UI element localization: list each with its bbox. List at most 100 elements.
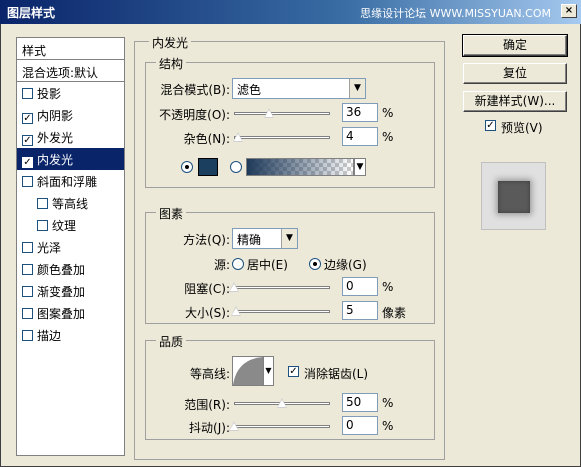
styles-header[interactable]: 样式 (17, 38, 124, 60)
range-input[interactable]: 50 (342, 393, 378, 412)
style-checkbox[interactable]: ✓ (22, 157, 33, 168)
jitter-percent: % (382, 419, 394, 433)
style-checkbox[interactable] (22, 330, 33, 341)
noise-input[interactable]: 4 (342, 127, 378, 146)
size-label: 大小(S): (184, 306, 230, 320)
style-checkbox[interactable]: ✓ (22, 113, 33, 124)
style-item[interactable]: ✓ 内阴影 (17, 104, 124, 126)
opacity-input[interactable]: 36 (342, 103, 378, 122)
style-item[interactable]: ✓ 外发光 (17, 126, 124, 148)
range-percent: % (382, 396, 394, 410)
jitter-input[interactable]: 0 (342, 416, 378, 435)
contour-preview[interactable] (232, 356, 264, 386)
method-label: 方法(Q): (183, 233, 230, 247)
opacity-percent: % (382, 106, 394, 120)
chevron-down-icon: ▼ (281, 229, 297, 248)
range-slider[interactable] (234, 398, 330, 410)
style-item-label: 外发光 (37, 131, 74, 145)
style-item[interactable]: 光泽 (17, 236, 124, 258)
style-item[interactable]: ✓ 内发光 (17, 148, 124, 170)
style-item-label: 斜面和浮雕 (37, 175, 98, 189)
choke-label: 阻塞(C): (184, 282, 230, 296)
noise-slider-thumb[interactable] (233, 132, 243, 142)
antialias-label[interactable]: 消除锯齿(L) (304, 365, 368, 382)
size-unit: 像素 (382, 306, 407, 320)
style-checkbox[interactable] (22, 264, 33, 275)
contour-curve-icon (233, 357, 263, 385)
style-item-label: 内阴影 (37, 109, 74, 123)
style-item-label: 投影 (37, 87, 62, 101)
blend-mode-select[interactable]: 滤色 ▼ (232, 78, 366, 99)
style-checkbox[interactable]: ✓ (22, 135, 33, 146)
opacity-label: 不透明度(O): (159, 108, 230, 122)
noise-slider[interactable] (233, 132, 330, 144)
style-item-label: 等高线 (52, 197, 89, 211)
style-item-label: 描边 (37, 329, 62, 343)
style-checkbox[interactable] (37, 220, 48, 231)
style-checkbox[interactable] (37, 198, 48, 209)
style-item[interactable]: 渐变叠加 (17, 280, 124, 302)
preview-thumbnail (498, 181, 530, 213)
style-item[interactable]: 等高线 (17, 192, 124, 214)
size-slider-thumb[interactable] (231, 306, 241, 316)
size-input[interactable]: 5 (342, 301, 378, 320)
style-item[interactable]: 颜色叠加 (17, 258, 124, 280)
source-center-radio[interactable] (232, 258, 244, 270)
title-bar: 图层样式 思缘设计论坛 WWW.MISSYUAN.COM × (0, 0, 581, 24)
gradient-radio[interactable] (230, 161, 242, 173)
ok-button[interactable]: 确定 (462, 34, 568, 57)
style-item[interactable]: 图案叠加 (17, 302, 124, 324)
style-checkbox[interactable] (22, 308, 33, 319)
jitter-slider[interactable] (229, 421, 330, 433)
preview-checkbox[interactable]: ✓ (485, 120, 496, 131)
source-edge-radio[interactable] (309, 258, 321, 270)
style-item[interactable]: 投影 (17, 82, 124, 104)
source-label: 源: (213, 258, 230, 272)
styles-list: 样式 混合选项:默认 投影 ✓ 内阴影 ✓ 外发光 ✓ 内发光斜面和浮雕等高线纹理光泽 颜色叠… (16, 37, 125, 456)
style-item-label: 纹理 (52, 219, 77, 233)
size-slider[interactable] (231, 306, 330, 318)
style-checkbox[interactable] (22, 88, 33, 99)
method-select[interactable]: 精确 ▼ (232, 228, 298, 249)
choke-slider-thumb[interactable] (229, 282, 239, 292)
window-title: 图层样式 (7, 6, 56, 20)
new-style-button[interactable]: 新建样式(W)... (463, 91, 567, 112)
range-slider-thumb[interactable] (277, 398, 287, 408)
choke-input[interactable]: 0 (342, 277, 378, 296)
noise-percent: % (382, 130, 394, 144)
glow-gradient-picker[interactable]: ▼ (246, 158, 366, 176)
opacity-slider-thumb[interactable] (264, 108, 274, 118)
choke-slider[interactable] (229, 282, 330, 294)
close-button[interactable]: × (561, 4, 577, 18)
method-value: 精确 (237, 233, 262, 247)
style-checkbox[interactable] (22, 286, 33, 297)
style-item[interactable]: 描边 (17, 324, 124, 346)
reset-button[interactable]: 复位 (463, 63, 567, 84)
quality-group: 品质 等高线: ▼ ✓ 消除锯齿(L) 范围(R): 50 % 抖动(J): 0… (145, 333, 435, 440)
style-checkbox[interactable] (22, 176, 33, 187)
source-edge-label[interactable]: 边缘(G) (324, 256, 367, 273)
antialias-checkbox[interactable]: ✓ (288, 366, 299, 377)
solid-color-radio[interactable] (181, 161, 193, 173)
contour-dropdown[interactable]: ▼ (264, 356, 274, 386)
range-label: 范围(R): (184, 398, 230, 412)
opacity-slider[interactable] (234, 108, 330, 120)
style-item[interactable]: 纹理 (17, 214, 124, 236)
source-center-label[interactable]: 居中(E) (247, 256, 288, 273)
jitter-slider-thumb[interactable] (229, 421, 239, 431)
watermark-text: 思缘设计论坛 WWW.MISSYUAN.COM (360, 7, 551, 20)
structure-title: 结构 (156, 55, 187, 72)
quality-title: 品质 (156, 333, 187, 350)
blend-options-item[interactable]: 混合选项:默认 (17, 60, 124, 82)
chevron-down-icon[interactable]: ▼ (354, 158, 366, 176)
inner-glow-title: 内发光 (149, 34, 192, 51)
noise-label: 杂色(N): (183, 132, 230, 146)
preview-label[interactable]: 预览(V) (501, 119, 543, 136)
glow-color-swatch[interactable] (198, 158, 218, 176)
style-item-label: 图案叠加 (37, 307, 86, 321)
style-preview (481, 162, 546, 230)
chevron-down-icon: ▼ (349, 79, 365, 98)
inner-glow-group: 内发光 结构 混合模式(B): 滤色 ▼ 不透明度(O): 36 % 杂色(N)… (134, 34, 445, 460)
style-checkbox[interactable] (22, 242, 33, 253)
style-item[interactable]: 斜面和浮雕 (17, 170, 124, 192)
